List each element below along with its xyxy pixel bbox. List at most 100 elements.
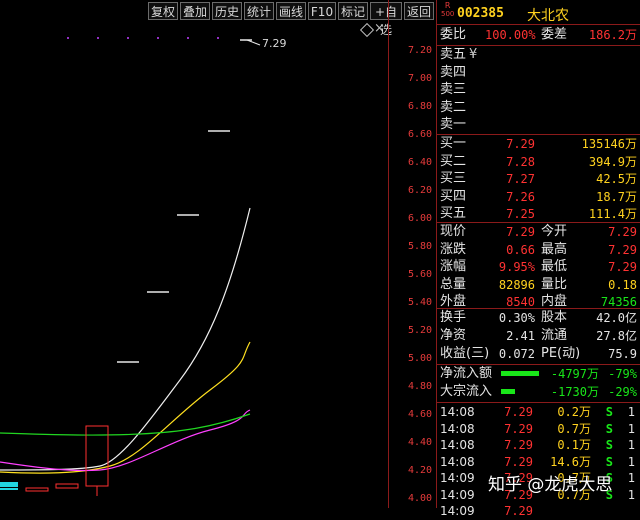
ask-label: 卖四 [440, 64, 467, 80]
bid-volume: 18.7万 [596, 189, 637, 204]
tick-count: 1 [627, 421, 635, 436]
small-candle [55, 483, 79, 489]
bid-row: 买一 7.29 135146万 [437, 135, 640, 153]
fundamental-label: 净资 [440, 328, 467, 343]
tick-volume: 14.6万 [550, 454, 591, 469]
chart-toolbar: 复权 叠加 历史 统计 画线 F10 标记 +自选 返回 [0, 0, 436, 37]
stock-name: 大北农 [527, 8, 569, 24]
last-price-arrow [246, 39, 261, 46]
flow-bar [501, 371, 539, 376]
ma-magenta-line [0, 409, 251, 472]
tick-time: 14:08 [440, 438, 475, 452]
stat-value: 7.29 [608, 242, 637, 257]
tick-count: 1 [627, 405, 635, 419]
stat-row: 涨跌 0.66 最高 7.29 [437, 241, 640, 259]
stat-row: 涨幅 9.95% 最低 7.29 [437, 258, 640, 276]
axis-tick-label: 4.00 [408, 493, 433, 504]
axis-tick-label: 5.40 [408, 297, 433, 308]
stock-code: 002385 [457, 6, 504, 21]
axis-tick-label: 5.60 [408, 269, 433, 280]
tick-side: S [605, 421, 613, 436]
cyan-candle [0, 482, 18, 487]
limit-up-candles [117, 39, 252, 363]
tick-time: 14:08 [440, 454, 475, 469]
bid-row: 买二 7.28 394.9万 [437, 153, 640, 171]
stat-value: 7.29 [608, 260, 637, 274]
fundamental-label: 收益(三) [440, 346, 490, 361]
axis-tick-label: 6.40 [408, 157, 433, 168]
flow-row: 大宗流入 -1730万 -29% [437, 383, 640, 401]
tick-row: 14:09 7.29 [437, 502, 640, 520]
fundamental-value: 0.072 [498, 347, 535, 361]
tick-row: 14:08 7.29 0.2万 S 1 [437, 403, 640, 421]
kline-chart-panel[interactable]: 7.29 × [0, 0, 388, 508]
bid-volume: 394.9万 [588, 154, 637, 169]
fundamental-label: 股本 [541, 310, 568, 325]
flow-bar [501, 389, 515, 394]
tick-side: S [605, 454, 613, 469]
ask-row: 卖三 [437, 81, 640, 99]
stat-value: 0.18 [608, 277, 637, 292]
flow-row: 净流入额 -4797万 -79% [437, 365, 640, 383]
stat-value: 0.66 [506, 242, 535, 257]
tick-count: 1 [627, 471, 635, 485]
stat-label: 今开 [541, 224, 568, 239]
tick-time: 14:08 [440, 405, 475, 419]
bid-volume: 42.5万 [596, 172, 637, 186]
axis-tick-label: 4.20 [408, 465, 433, 476]
axis-tick-label: 6.00 [408, 213, 433, 224]
bid-label: 买二 [440, 153, 467, 169]
bid-price: 7.27 [506, 172, 535, 186]
axis-tick-label: 7.00 [408, 73, 433, 84]
stat-label: 量比 [541, 276, 568, 292]
bid-price: 7.28 [506, 154, 535, 169]
toolbar-button-5[interactable]: F10 [308, 2, 336, 20]
small-candle [25, 487, 49, 492]
toolbar-button-1[interactable]: 叠加 [180, 2, 210, 20]
toolbar-button-4[interactable]: 画线 [276, 2, 306, 20]
axis-tick-label: 6.20 [408, 185, 433, 196]
ask-label: 卖五 [440, 47, 467, 62]
tick-row: 14:08 7.29 0.1万 S 1 [437, 436, 640, 454]
bid-volume: 111.4万 [588, 207, 637, 221]
stat-row: 总量 82896 量比 0.18 [437, 276, 640, 294]
tick-row: 14:08 7.29 0.7万 S 1 [437, 420, 640, 438]
kline-chart[interactable] [0, 0, 388, 508]
axis-tick-label: 5.20 [408, 325, 433, 336]
stat-label: 现价 [440, 224, 467, 239]
stat-label: 最高 [541, 241, 568, 257]
flow-label: 大宗流入 [440, 384, 493, 399]
ask-label: 卖二 [440, 99, 467, 115]
tick-count: 1 [627, 454, 635, 469]
fundamental-row: 收益(三) 0.072 PE(动) 75.9 [437, 345, 640, 363]
ask-mark: ¥ [469, 47, 478, 62]
stock-header: R 500 002385 大北农 [437, 0, 640, 25]
fundamental-value: 2.41 [506, 329, 535, 343]
price-axis: 7.20 7.00 6.80 6.60 6.40 6.20 6.00 5.80 5.60 5.40… [388, 0, 437, 508]
watermark: 知乎 @龙虎大思 [488, 475, 613, 495]
toolbar-button-6[interactable]: 标记 [338, 2, 368, 20]
stat-value: 7.29 [608, 225, 637, 239]
flow-label: 净流入额 [440, 366, 493, 381]
top-dots [67, 37, 219, 39]
toolbar-button-3[interactable]: 统计 [244, 2, 274, 20]
flow-percent: -79% [608, 367, 637, 381]
bid-row: 买五 7.25 111.4万 [437, 205, 640, 223]
tick-time: 14:08 [440, 421, 475, 436]
stat-label: 涨跌 [440, 241, 467, 257]
toolbar-button-2[interactable]: 历史 [212, 2, 242, 20]
flow-amount: -4797万 [550, 367, 599, 381]
bid-price: 7.25 [506, 207, 535, 221]
tick-price: 7.29 [504, 405, 533, 419]
tick-count: 1 [627, 487, 635, 502]
stat-label: 涨幅 [440, 259, 467, 274]
axis-tick-label: 5.80 [408, 241, 433, 252]
ma-white-line [0, 207, 251, 471]
axis-tick-label: 7.20 [408, 45, 433, 56]
axis-tick-label: 6.60 [408, 129, 433, 140]
fundamental-value: 42.0亿 [596, 311, 637, 325]
ma-green-line [0, 413, 251, 436]
axis-tick-label: 6.80 [408, 101, 433, 112]
tick-volume: 0.7万 [557, 421, 591, 436]
toolbar-button-0[interactable]: 复权 [148, 2, 178, 20]
